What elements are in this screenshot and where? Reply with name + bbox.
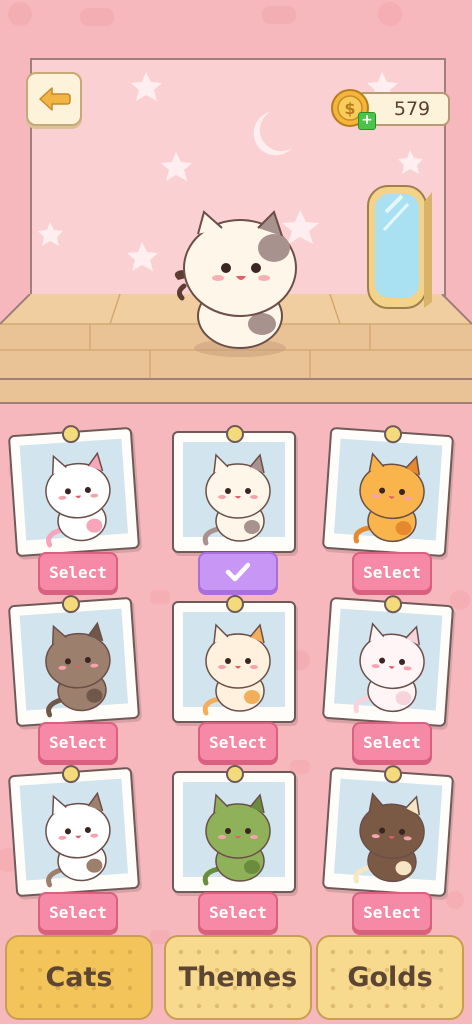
cat-photo-frame (172, 765, 296, 893)
select-button[interactable]: Select (38, 722, 118, 762)
mirror-decoration (367, 185, 432, 309)
white-pink-cat-icon (45, 451, 111, 548)
coin-counter: 579 $ + (330, 88, 450, 130)
select-button[interactable]: Select (198, 892, 278, 932)
tab-golds[interactable]: Golds (316, 935, 464, 1020)
tab-themes-label: Themes (178, 962, 298, 993)
arrow-left-icon (39, 87, 71, 111)
orange-tabby-cat-icon (353, 452, 425, 544)
select-button[interactable]: Select (198, 722, 278, 762)
cat-card-cactus-cat[interactable]: Select (168, 765, 296, 955)
cream-cat-icon (202, 623, 271, 716)
cat-card-brown-cat[interactable]: Select (7, 594, 141, 785)
main-cat-character (174, 210, 297, 357)
select-button[interactable]: Select (352, 722, 432, 762)
cat-photo-frame (321, 764, 455, 898)
fluffy-white-cat-icon (353, 622, 425, 714)
cat-photo-frame (172, 595, 296, 723)
tab-golds-label: Golds (347, 962, 433, 993)
pin-icon (383, 594, 403, 614)
cat-card-fluffy-white-cat[interactable]: Select (321, 594, 455, 785)
cat-card-calico-cat[interactable] (168, 425, 296, 615)
coin-amount: 579 (393, 98, 431, 120)
select-button-label: Select (209, 732, 267, 752)
pin-icon (226, 425, 244, 443)
brown-cat-icon (45, 621, 111, 718)
checkmark-icon (225, 562, 251, 582)
pin-icon (226, 765, 244, 783)
cat-photo-frame (7, 764, 141, 898)
select-button-label: Select (49, 732, 107, 752)
select-button-label: Select (209, 902, 267, 922)
plus-icon[interactable]: + (358, 112, 376, 130)
select-button-label: Select (363, 902, 421, 922)
svg-text:$: $ (344, 99, 355, 118)
cat-photo-frame (321, 424, 455, 558)
tab-cats[interactable]: Cats (5, 935, 153, 1020)
select-button-label: Select (49, 902, 107, 922)
cat-photo-frame (172, 425, 296, 553)
select-button[interactable]: Select (38, 552, 118, 592)
cat-card-cake-cat[interactable]: Select (321, 764, 455, 955)
cat-card-astronaut-cat[interactable]: Select (7, 764, 141, 955)
select-button[interactable]: Select (38, 892, 118, 932)
select-button[interactable]: Select (352, 552, 432, 592)
select-button[interactable]: Select (352, 892, 432, 932)
astronaut-cat-icon (45, 791, 111, 888)
room-scene: 579 $ + (0, 0, 472, 405)
pin-icon (383, 424, 403, 444)
floor-edge (0, 378, 472, 404)
cactus-cat-icon (202, 793, 271, 886)
cat-photo-frame (321, 594, 455, 728)
bottom-tab-bar: Cats Themes Golds (0, 935, 472, 1024)
cat-photo-frame (7, 594, 141, 728)
cat-card-white-pink-cat[interactable]: Select (7, 424, 141, 615)
back-button[interactable] (26, 72, 82, 126)
cat-card-cream-cat[interactable]: Select (168, 595, 296, 785)
selected-button[interactable] (198, 552, 278, 592)
select-button-label: Select (363, 732, 421, 752)
pin-icon (226, 595, 244, 613)
select-button-label: Select (363, 562, 421, 582)
pin-icon (383, 764, 403, 784)
cake-cat-icon (353, 792, 425, 884)
cat-card-orange-tabby-cat[interactable]: Select (321, 424, 455, 615)
tab-cats-label: Cats (45, 962, 113, 993)
tab-themes[interactable]: Themes (164, 935, 312, 1020)
cat-photo-frame (7, 424, 141, 558)
calico-cat-icon (202, 453, 271, 546)
select-button-label: Select (49, 562, 107, 582)
